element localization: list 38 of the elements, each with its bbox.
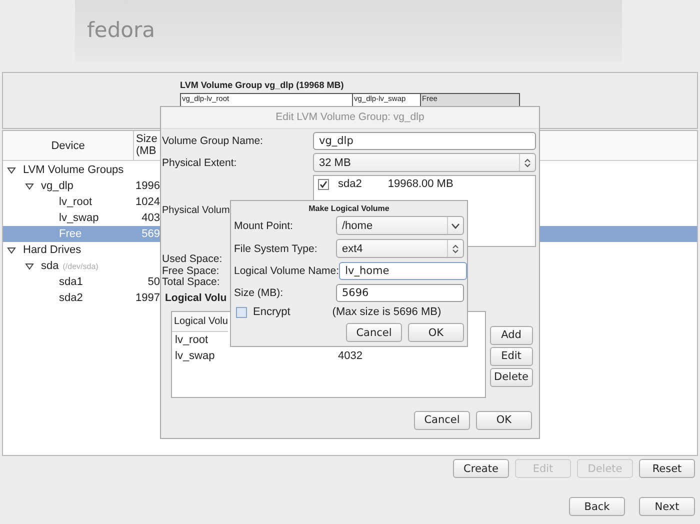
volume-size: 4032	[338, 350, 362, 362]
size-value: 1996	[136, 180, 160, 192]
device-name: LVM Volume Groups	[23, 164, 124, 176]
size-value: 569	[142, 228, 160, 240]
size-value: 403	[142, 212, 160, 224]
volume-name: sda2	[338, 178, 362, 190]
device-name: Free	[59, 228, 82, 240]
device-name: lv_root	[59, 196, 92, 208]
fedora-logo: fedora	[87, 18, 155, 42]
field-label: Physical Volum	[162, 205, 230, 218]
device-name: vg_dlp	[41, 180, 74, 192]
device-name: sda	[41, 260, 59, 272]
size-note: (Max size is 5696 MB)	[332, 306, 442, 318]
field-label: Size (MB):	[234, 287, 284, 299]
dialog-title: Make Logical Volume	[308, 203, 390, 215]
device-name: Hard Drives	[23, 244, 82, 256]
device-name: sda2	[59, 292, 83, 304]
volume-name: lv_root	[175, 334, 210, 346]
device-name: sda1	[59, 276, 83, 288]
size-value: 1997	[136, 292, 160, 304]
device-path: (/dev/sda)	[62, 262, 98, 270]
volume-size: 19968.00 MB	[388, 178, 454, 190]
field-label: File System Type:	[234, 242, 318, 254]
size-value: 1024	[136, 196, 160, 208]
volume-name: lv_swap	[175, 350, 216, 362]
field-label: Physical Extent:	[162, 156, 237, 168]
space-label: Total Space:	[162, 277, 221, 288]
field-label: Volume Group Name:	[162, 135, 263, 147]
space-label: Free Space:	[162, 266, 220, 277]
device-name: lv_swap	[59, 212, 99, 224]
section-heading: Logical Volu	[165, 292, 227, 304]
space-label: Used Space:	[162, 254, 224, 266]
dialog-title: Edit LVM Volume Group: vg_dlp	[161, 107, 539, 129]
field-label: Mount Point:	[234, 220, 293, 232]
field-label: Logical Volume Name:	[234, 265, 340, 277]
checkbox-label: Encrypt	[253, 306, 290, 318]
size-value: 50	[148, 276, 160, 288]
volume-group-title: LVM Volume Group vg_dlp (19968 MB)	[180, 80, 344, 90]
